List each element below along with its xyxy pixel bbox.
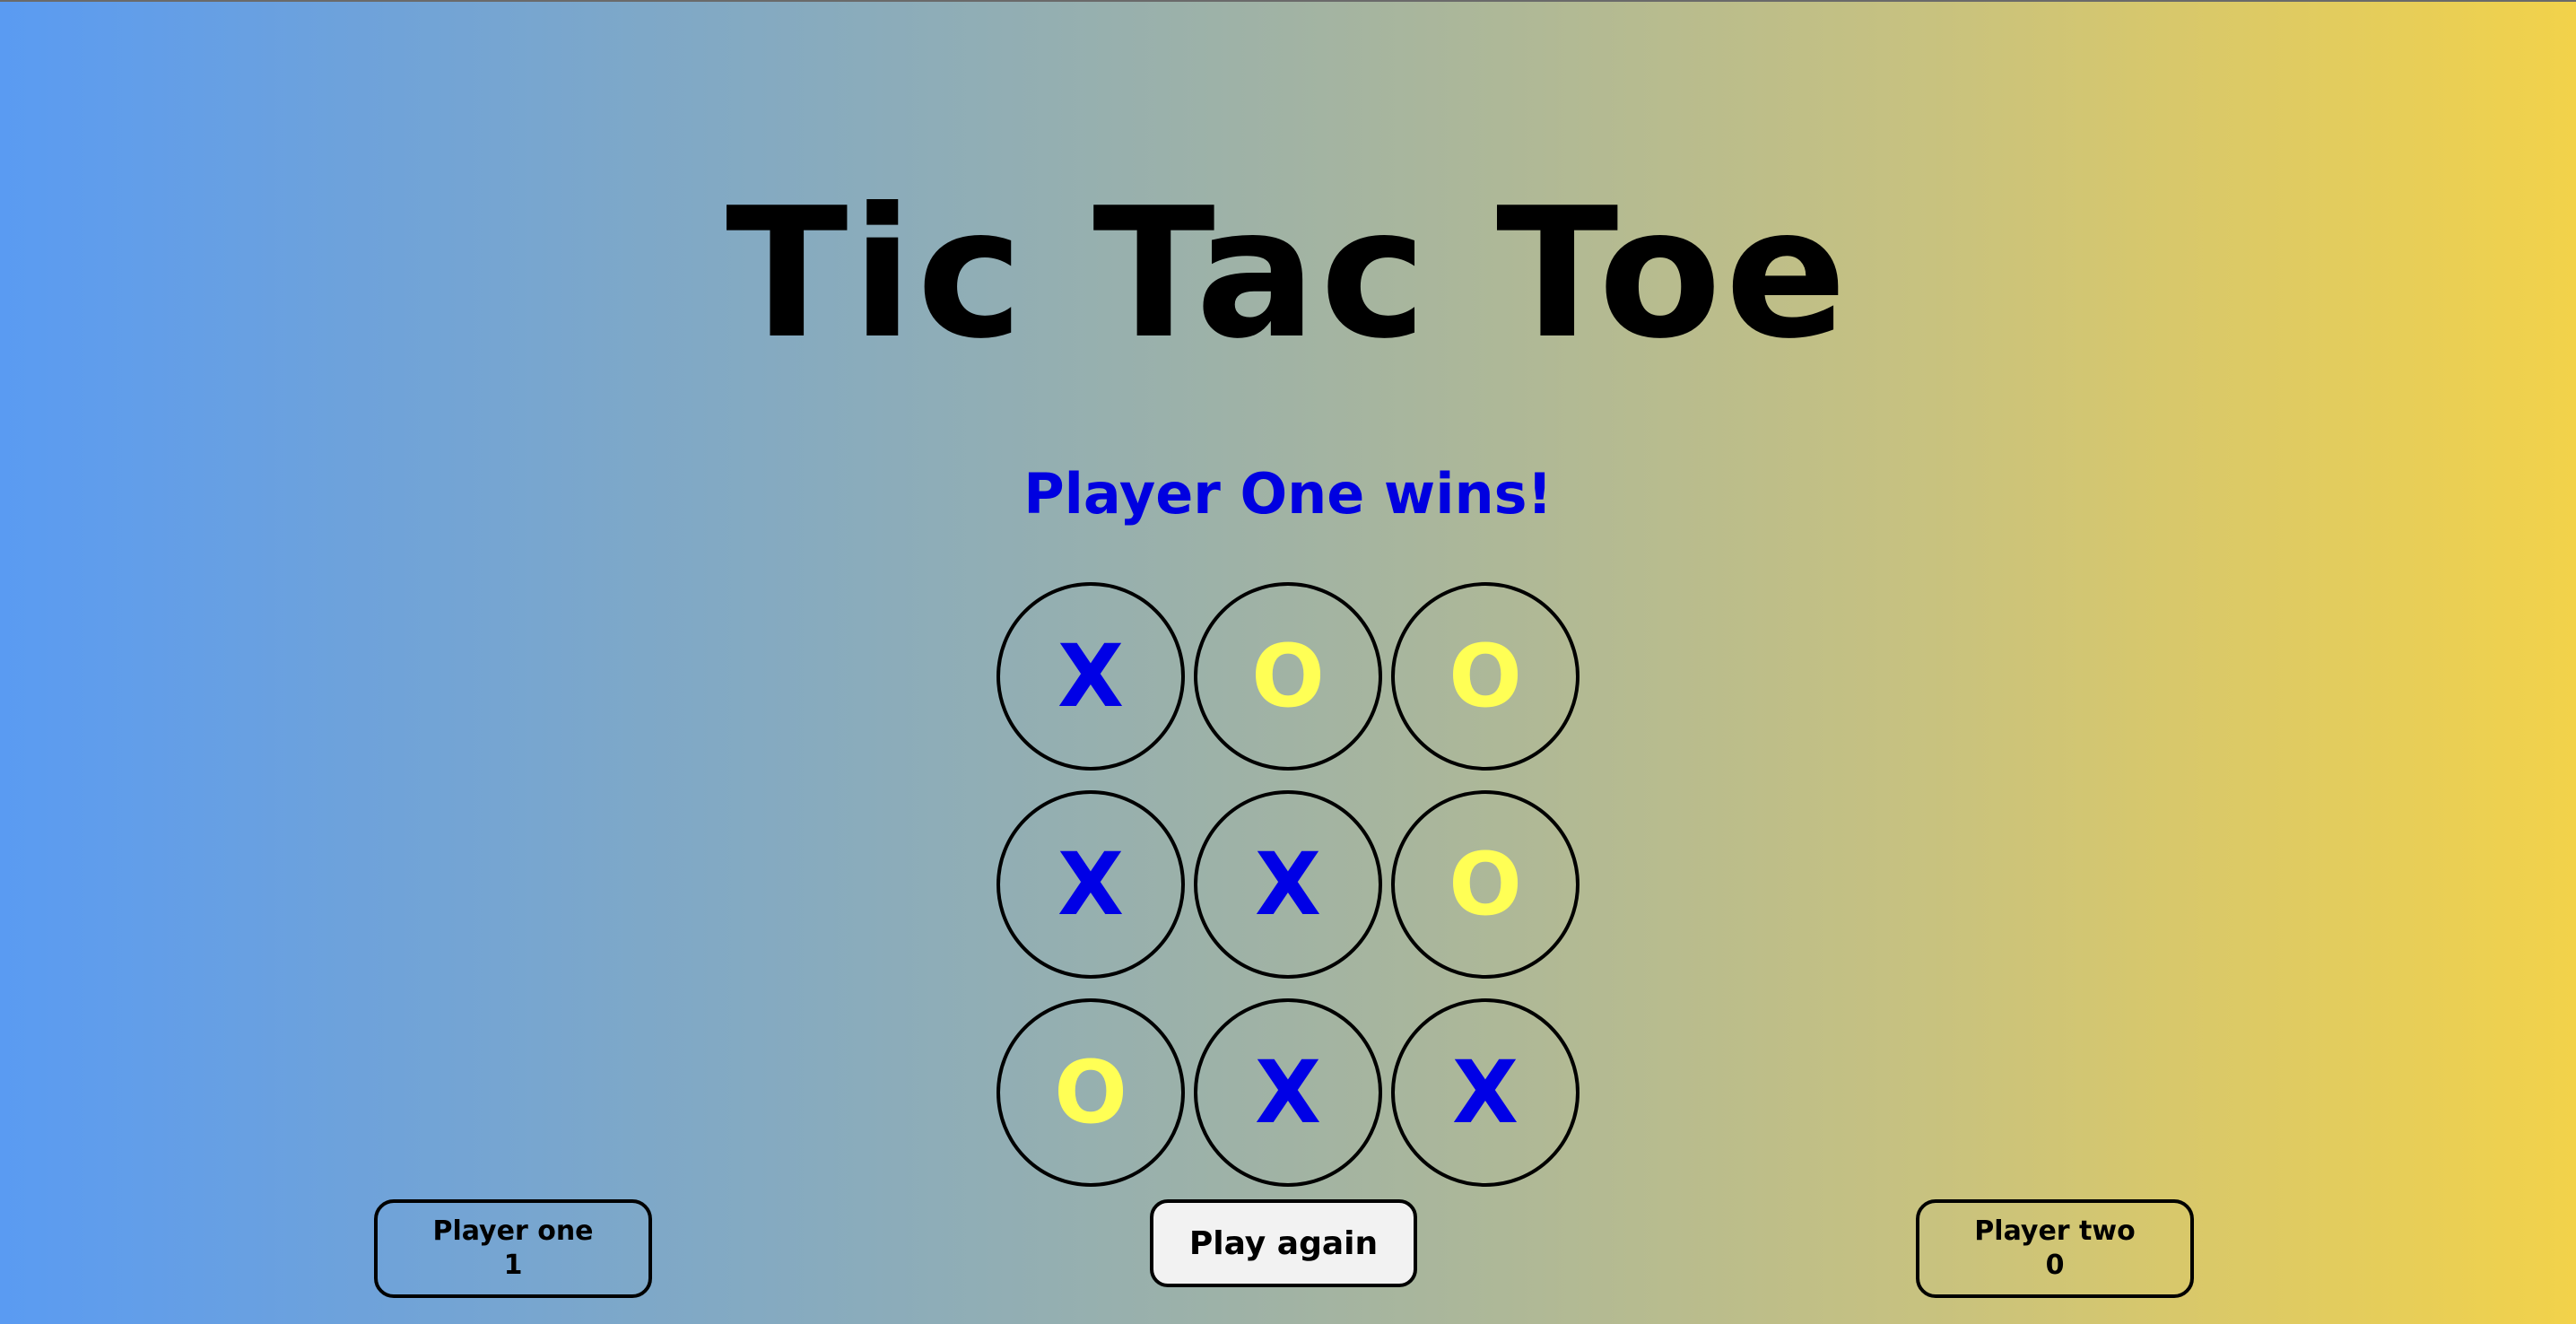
- board-cell-r1c2[interactable]: O: [1194, 582, 1382, 771]
- play-again-button[interactable]: Play again: [1150, 1199, 1417, 1287]
- board-cell-r2c3[interactable]: O: [1391, 790, 1580, 979]
- player-one-label: Player one: [432, 1215, 594, 1247]
- player-two-label: Player two: [1974, 1215, 2136, 1247]
- player-two-score-card: Player two 0: [1916, 1199, 2194, 1298]
- player-one-score-card: Player one 1: [374, 1199, 652, 1298]
- board-cell-r3c1[interactable]: O: [996, 998, 1185, 1187]
- player-two-score: 0: [2045, 1250, 2065, 1281]
- player-one-score: 1: [503, 1250, 523, 1281]
- game-status-message: Player One wins!: [1023, 461, 1553, 527]
- board-cell-r2c1[interactable]: X: [996, 790, 1185, 979]
- board-cell-r2c2[interactable]: X: [1194, 790, 1382, 979]
- board-cell-r3c3[interactable]: X: [1391, 998, 1580, 1187]
- board-cell-r1c3[interactable]: O: [1391, 582, 1580, 771]
- board-cell-r1c1[interactable]: X: [996, 582, 1185, 771]
- window-top-border: [0, 0, 2576, 2]
- board-cell-r3c2[interactable]: X: [1194, 998, 1382, 1187]
- game-title: Tic Tac Toe: [726, 170, 1850, 379]
- game-board: X O O X X O O X X: [996, 582, 1583, 1189]
